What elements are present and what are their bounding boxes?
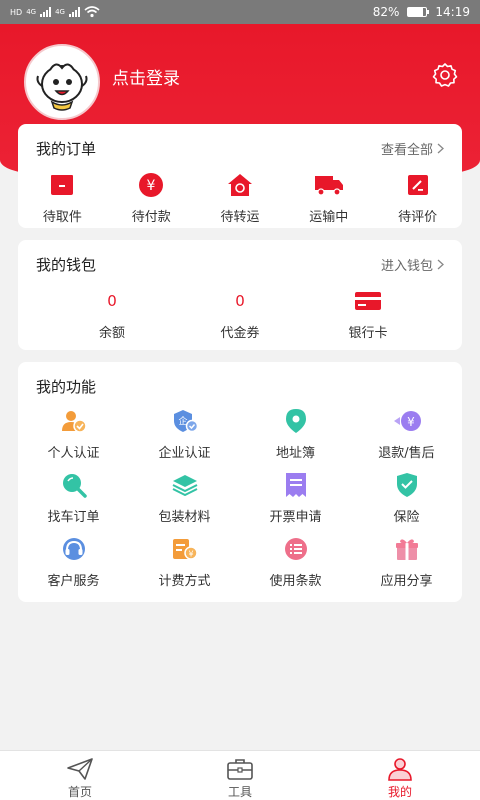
gear-icon[interactable] — [432, 62, 458, 88]
function-item-label: 退款/售后 — [378, 446, 435, 461]
wifi-icon — [84, 6, 100, 18]
order-item-pending-payment[interactable]: ¥ 待付款 — [107, 170, 196, 225]
function-item-refund[interactable]: ¥ 退款/售后 — [351, 406, 462, 461]
view-all-label: 查看全部 — [380, 143, 433, 158]
function-item-packaging[interactable]: 包装材料 — [129, 470, 240, 525]
order-item-label: 运输中 — [309, 210, 349, 225]
function-item-customer-service[interactable]: 客户服务 — [18, 534, 129, 589]
tab-label: 工具 — [227, 785, 252, 799]
order-item-label: 待付款 — [131, 210, 171, 225]
wallet-card: 我的钱包 进入钱包 0 余额 0 代金券 银行卡 — [18, 240, 462, 350]
wallet-balance[interactable]: 0 余额 — [48, 288, 176, 341]
wallet-voucher[interactable]: 0 代金券 — [176, 288, 304, 341]
terms-list-icon — [284, 538, 307, 560]
function-item-terms[interactable]: 使用条款 — [240, 534, 351, 589]
status-bar: HD 4G 4G 82% 14:19 — [0, 0, 480, 24]
clock: 14:19 — [435, 5, 470, 19]
enterprise-verify-icon: 企 — [173, 410, 198, 433]
function-item-label: 开票申请 — [269, 510, 322, 525]
function-item-enterprise-verify[interactable]: 企 企业认证 — [129, 406, 240, 461]
gift-icon — [395, 539, 418, 560]
svg-text:¥: ¥ — [188, 550, 193, 559]
orders-card: 我的订单 查看全部 待取件 ¥ 待付款 待转运 运输中 待评价 — [18, 124, 462, 228]
order-item-label: 待取件 — [42, 210, 82, 225]
bank-card-icon — [355, 292, 381, 310]
function-item-label: 使用条款 — [269, 574, 322, 589]
functions-card: 我的功能 个人认证 企 企业认证 地址簿 ¥ 退款/售后 找车订单 包装材料 开… — [18, 362, 462, 602]
function-item-label: 保险 — [393, 510, 420, 525]
order-item-pending-transfer[interactable]: 待转运 — [196, 170, 285, 225]
tab-mine[interactable]: 我的 — [320, 751, 480, 800]
function-item-address-book[interactable]: 地址簿 — [240, 406, 351, 461]
function-item-app-share[interactable]: 应用分享 — [351, 534, 462, 589]
yuan-coin-icon: ¥ — [139, 173, 164, 197]
voucher-label: 代金券 — [220, 326, 260, 341]
bank-card-label: 银行卡 — [348, 326, 388, 341]
function-item-invoice[interactable]: 开票申请 — [240, 470, 351, 525]
function-item-label: 客户服务 — [47, 574, 100, 589]
order-item-label: 待转运 — [220, 210, 260, 225]
function-item-label: 企业认证 — [158, 446, 211, 461]
order-item-in-transit[interactable]: 运输中 — [284, 170, 373, 225]
balance-label: 余额 — [98, 326, 125, 341]
layers-icon — [172, 475, 197, 496]
search-icon — [62, 474, 87, 498]
function-item-label: 地址簿 — [275, 446, 315, 461]
network-label: 4G — [55, 8, 65, 16]
enter-wallet-link[interactable]: 进入钱包 — [381, 255, 444, 274]
toolbox-icon — [227, 759, 253, 780]
battery-percent: 82% — [372, 5, 400, 19]
function-item-label: 个人认证 — [47, 446, 100, 461]
tab-tools[interactable]: 工具 — [160, 751, 320, 800]
wallet-bank-card[interactable]: 银行卡 — [304, 288, 432, 341]
package-icon — [51, 175, 74, 195]
svg-text:¥: ¥ — [147, 178, 156, 194]
transfer-house-icon — [227, 174, 252, 196]
chevron-right-icon — [437, 259, 444, 270]
functions-title: 我的功能 — [36, 378, 97, 396]
battery-icon — [407, 7, 430, 17]
network-label: 4G — [26, 8, 37, 16]
tab-label: 我的 — [387, 785, 412, 799]
truck-icon — [314, 176, 343, 196]
signal-icon — [40, 7, 52, 17]
orders-title: 我的订单 — [36, 140, 97, 158]
balance-value: 0 — [107, 292, 117, 310]
wallet-title: 我的钱包 — [36, 256, 97, 274]
function-item-personal-verify[interactable]: 个人认证 — [18, 406, 129, 461]
order-item-pending-pickup[interactable]: 待取件 — [18, 170, 107, 225]
carrier-badge: HD — [10, 7, 23, 17]
voucher-value: 0 — [235, 292, 245, 310]
function-item-find-vehicle-orders[interactable]: 找车订单 — [18, 470, 129, 525]
mascot-avatar-icon — [36, 63, 88, 111]
refund-icon: ¥ — [393, 411, 421, 431]
paper-plane-icon — [67, 758, 93, 780]
avatar[interactable] — [24, 44, 100, 120]
personal-verify-icon — [61, 411, 87, 433]
order-item-label: 待评价 — [398, 210, 438, 225]
svg-text:¥: ¥ — [407, 415, 415, 429]
review-pen-icon — [407, 175, 428, 195]
user-icon — [388, 758, 412, 781]
tab-home[interactable]: 首页 — [0, 751, 160, 800]
function-item-label: 应用分享 — [380, 574, 433, 589]
function-item-insurance[interactable]: 保险 — [351, 470, 462, 525]
billing-icon: ¥ — [172, 539, 198, 560]
login-link[interactable]: 点击登录 — [112, 64, 180, 89]
enter-wallet-label: 进入钱包 — [380, 259, 433, 274]
function-item-label: 找车订单 — [47, 510, 100, 525]
chevron-right-icon — [437, 143, 444, 154]
tab-label: 首页 — [67, 785, 92, 799]
signal-icon — [68, 7, 80, 17]
view-all-orders-link[interactable]: 查看全部 — [381, 139, 444, 158]
shield-icon — [396, 473, 417, 497]
headset-icon — [62, 538, 85, 560]
invoice-icon — [285, 473, 306, 497]
function-item-label: 包装材料 — [158, 510, 211, 525]
function-item-billing-method[interactable]: ¥ 计费方式 — [129, 534, 240, 589]
function-item-label: 计费方式 — [158, 574, 211, 589]
location-pin-icon — [285, 409, 306, 433]
order-item-pending-review[interactable]: 待评价 — [373, 170, 462, 225]
bottom-tab-bar: 首页 工具 我的 — [0, 750, 480, 800]
